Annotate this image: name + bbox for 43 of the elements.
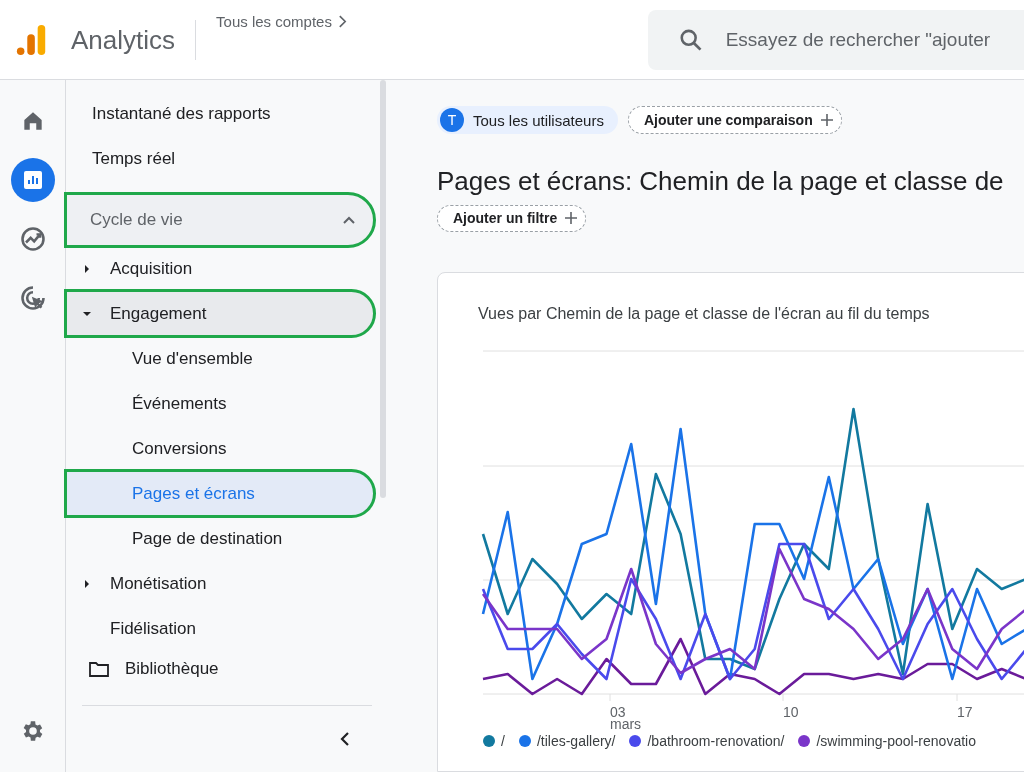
search-icon xyxy=(678,27,704,53)
chevron-icon xyxy=(342,215,356,225)
sidebar-group[interactable]: Acquisition xyxy=(66,246,374,291)
collapse-chevron-icon[interactable] xyxy=(340,731,350,747)
sidebar-group[interactable]: Engagement xyxy=(66,291,374,336)
x-axis-label: 17 xyxy=(957,703,973,720)
chart-title: Vues par Chemin de la page et classe de l'écran au fil du temps xyxy=(478,304,931,323)
caret-icon xyxy=(82,263,92,274)
product-name: Analytics xyxy=(71,19,197,60)
plus-icon xyxy=(565,212,578,225)
add-filter-button[interactable]: Ajouter un filtre xyxy=(437,205,587,232)
add-comparison-button[interactable]: Ajouter une comparaison xyxy=(627,106,842,134)
plus-icon xyxy=(820,114,833,126)
sidebar-group[interactable]: Fidélisation xyxy=(66,606,374,651)
library-item[interactable]: Bibliothèque xyxy=(66,651,378,687)
caret-icon xyxy=(82,578,92,589)
lifecycle-section-header[interactable]: Cycle de vie xyxy=(66,194,374,246)
x-axis-label: 03 xyxy=(610,703,626,720)
x-axis-label: 10 xyxy=(783,703,799,720)
sidebar-item[interactable]: Vue d'ensemble xyxy=(66,336,374,381)
legend-label: / xyxy=(501,732,505,749)
account-breadcrumb[interactable]: Tous les comptes xyxy=(216,13,347,30)
reports-nav-icon[interactable] xyxy=(10,158,55,202)
audience-chip[interactable]: T Tous les utilisateurs xyxy=(437,106,618,134)
page-title: Pages et écrans: Chemin de la page et classe de xyxy=(437,166,1004,197)
sidebar-item[interactable]: Instantané des rapports xyxy=(66,91,378,136)
sidebar-group[interactable]: Monétisation xyxy=(66,561,374,606)
legend-label: /tiles-gallery/ xyxy=(536,732,616,749)
audience-label: Tous les utilisateurs xyxy=(473,111,604,129)
scrollbar[interactable] xyxy=(380,80,386,498)
chevron-right-icon xyxy=(337,15,347,28)
audience-badge: T xyxy=(440,108,464,132)
sidebar-item[interactable]: Événements xyxy=(66,381,374,426)
sidebar-item[interactable]: Page de destination xyxy=(66,516,374,561)
sidebar-item[interactable]: Conversions xyxy=(66,426,374,471)
sidebar-item[interactable]: Temps réel xyxy=(66,136,378,181)
section-label: Cycle de vie xyxy=(90,210,183,230)
legend-label: /swimming-pool-renovatio xyxy=(816,732,976,749)
legend-label: /bathroom-renovation/ xyxy=(647,732,785,749)
sidebar-item[interactable]: Pages et écrans xyxy=(66,471,374,516)
search-field[interactable]: Essayez de rechercher "ajouter xyxy=(723,28,1024,52)
search-bar[interactable]: Essayez de rechercher "ajouter xyxy=(648,10,1024,70)
folder-icon xyxy=(89,661,109,677)
